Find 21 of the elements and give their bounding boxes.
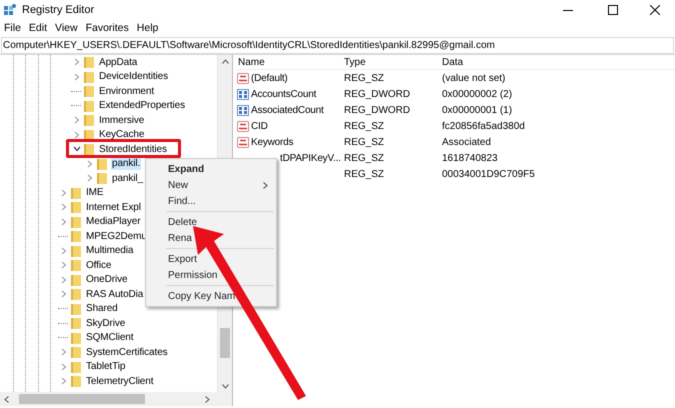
table-cell-text: 0x00000002 (2) [441, 88, 512, 102]
table-cell-text: AccountsCount [251, 88, 316, 102]
table-cell-text: 00034001D9C709F5 [441, 168, 535, 182]
window-title: Registry Editor [22, 2, 94, 18]
table-cell-text: REG_DWORD [343, 88, 412, 102]
table-cell-text: REG_SZ [343, 168, 386, 182]
table-cell-text: REG_SZ [343, 72, 386, 86]
table-cell-text: CID [251, 120, 268, 134]
table-cell-text: (Default) [251, 72, 288, 86]
table-cell-text: REG_DWORD [343, 104, 412, 118]
table-cell-text: Keywords [251, 136, 294, 150]
table-cell-text: tDPAPIKeyV... [280, 152, 341, 166]
table-cell-text: fc20856fa5ad380d [441, 120, 525, 134]
table-cell-text: 1618740823 [441, 152, 498, 166]
table-cell-text: AssociatedCount [251, 104, 324, 118]
table-cell-text: REG_SZ [343, 136, 386, 150]
table-cell-text: REG_SZ [343, 120, 386, 134]
table-cell-text: REG_SZ [343, 152, 386, 166]
table-cell-text: 0x00000001 (1) [441, 104, 512, 118]
table-cell-text: Associated [441, 136, 491, 150]
table-cell-text: (value not set) [441, 72, 506, 86]
